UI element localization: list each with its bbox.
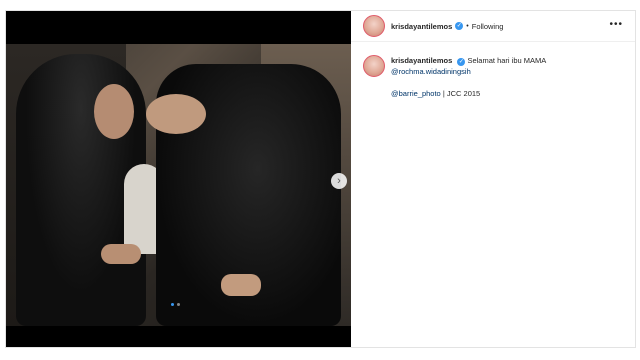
chevron-right-icon: › (337, 174, 341, 187)
header-separator: • (466, 22, 469, 30)
verified-badge-icon: ✓ (457, 58, 466, 66)
post-media: › (6, 11, 351, 347)
post-header: krisdayantilemos ✓ • Following ••• (351, 11, 635, 42)
carousel-next-button[interactable]: › (331, 173, 347, 189)
photo-face-left (94, 84, 134, 139)
verified-badge-icon: ✓ (455, 22, 464, 30)
header-username[interactable]: krisdayantilemos (391, 22, 452, 31)
caption-mention-link[interactable]: @rochma.widadiningsih (391, 67, 471, 76)
avatar[interactable] (363, 15, 385, 37)
photo-hand-left (101, 244, 141, 264)
photo-credit-link[interactable]: @barrie_photo (391, 89, 441, 98)
carousel-dot (177, 303, 180, 306)
caption-avatar[interactable] (363, 55, 385, 77)
caption-username[interactable]: krisdayantilemos (391, 56, 452, 65)
following-button[interactable]: Following (472, 22, 504, 31)
photo-face-right (146, 94, 206, 134)
post-photo[interactable] (6, 44, 351, 326)
more-options-icon[interactable]: ••• (609, 20, 623, 30)
post-caption: krisdayantilemos ✓ Selamat hari ibu MAMA… (363, 55, 625, 99)
photo-credit-suffix: | JCC 2015 (440, 89, 481, 98)
carousel-dot-active (171, 303, 174, 306)
photo-hand-right (221, 274, 261, 296)
carousel-indicator (171, 303, 180, 306)
post-sidebar: krisdayantilemos ✓ • Following ••• krisd… (351, 11, 635, 347)
caption-message: Selamat hari ibu MAMA (467, 56, 547, 65)
caption-text: krisdayantilemos ✓ Selamat hari ibu MAMA… (391, 55, 546, 99)
instagram-post: › krisdayantilemos ✓ • Following ••• kri… (5, 10, 636, 348)
